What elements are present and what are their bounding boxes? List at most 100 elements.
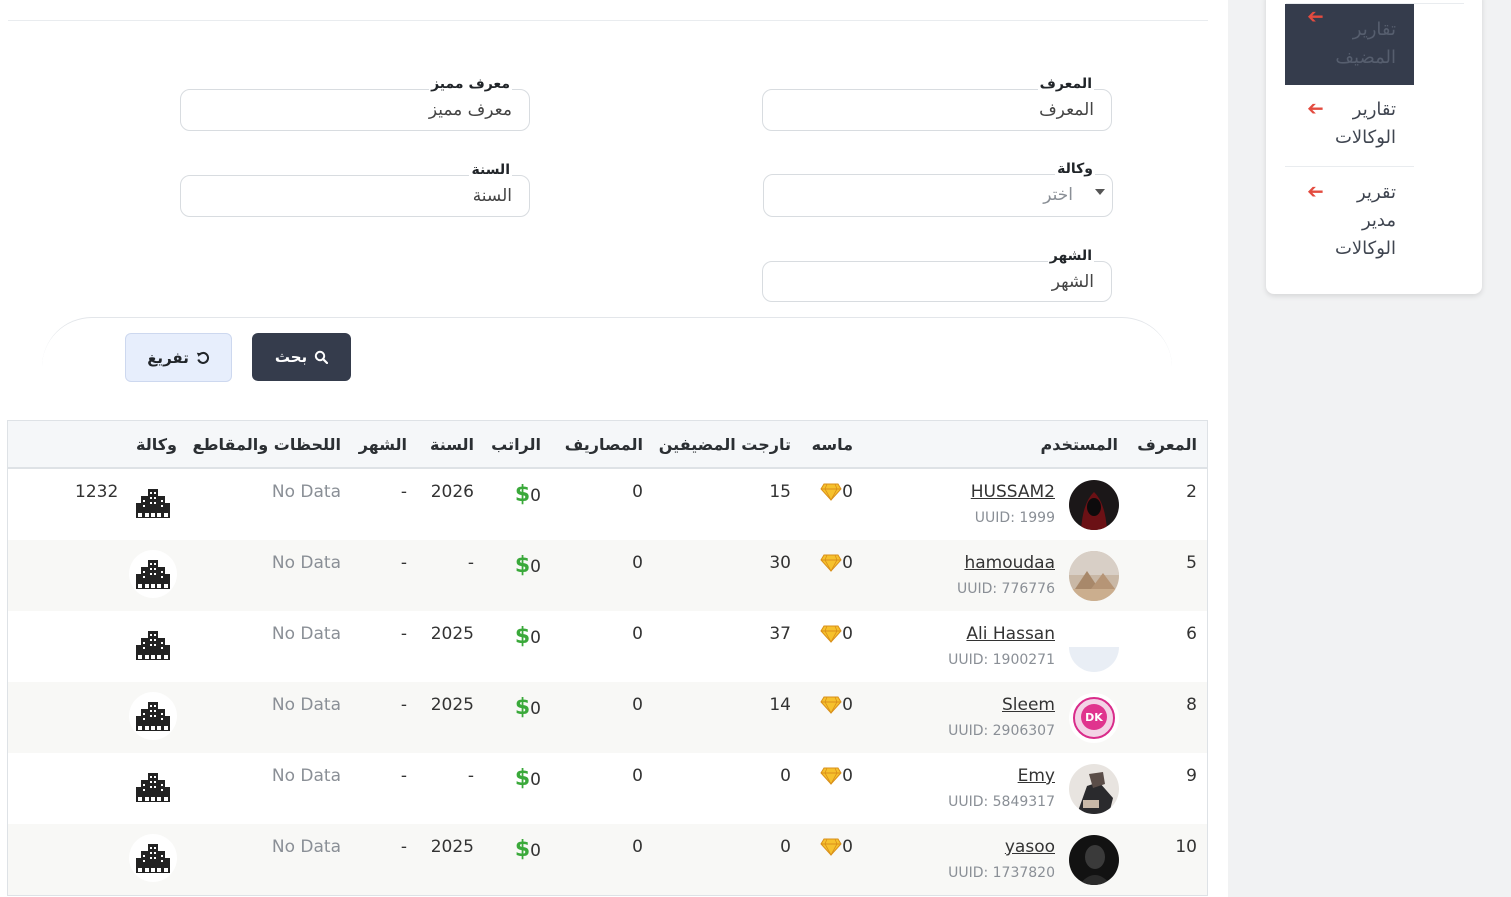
avatar[interactable] [1069,551,1119,601]
salary-value: $0 [514,695,541,720]
nav-item-label: تقرير مدير الوكالات [1334,182,1396,259]
avatar[interactable] [1069,835,1119,885]
avatar[interactable]: DK [1069,693,1119,743]
search-button[interactable]: بحث [252,333,351,381]
diamond-icon [820,554,842,572]
diamond-value: 0 [820,624,853,644]
unique-id-field[interactable]: معرف مميز معرف مميز [180,75,530,131]
diamond-value: 0 [820,837,853,857]
row-id: 8 [1186,695,1197,715]
main-content: المعرف المعرف معرف مميز معرف مميز وكالة … [0,0,1228,897]
user-uuid: UUID: 2906307 [948,723,1055,739]
diamond-icon [820,696,842,714]
user-uuid: UUID: 1999 [974,510,1055,526]
row-id: 5 [1186,553,1197,573]
agency-building-icon[interactable] [129,621,177,669]
salary-value: $0 [514,624,541,649]
search-button-label: بحث [274,348,308,366]
top-divider [8,20,1208,21]
year-value: 2025 [430,695,474,715]
reset-button[interactable]: تفريغ [125,333,232,382]
guests-value: 30 [769,553,791,573]
agency-building-icon[interactable] [129,763,177,811]
nav-item-host-reports[interactable]: ➔ تقارير المضيف [1285,4,1414,85]
username-link[interactable]: HUSSAM2 [971,482,1055,502]
table-row: 5 hamoudaa UUID: 776776 0 30 0 $0 - - No… [8,540,1207,611]
expenses-value: 0 [632,837,643,857]
agency-select-label: وكالة [1055,160,1095,178]
agency-building-icon[interactable] [129,550,177,598]
diamond-value: 0 [820,766,853,786]
id-field-label: المعرف [1037,75,1094,93]
arrow-left-icon: ➔ [1307,179,1324,203]
diamond-icon [820,767,842,785]
col-guests: تارجت المضيفين [658,435,791,454]
table-row: 8 DK Sleem UUID: 2906307 0 14 0 $0 2025 … [8,682,1207,753]
year-field-label: السنة [469,161,512,179]
guests-value: 0 [780,837,791,857]
avatar[interactable] [1069,764,1119,814]
nav-item-agency-manager-report[interactable]: ➔ تقرير مدير الوكالات [1285,179,1414,263]
expenses-value: 0 [632,482,643,502]
nav-item-label: تقارير الوكالات [1334,99,1396,148]
expenses-value: 0 [632,695,643,715]
username-link[interactable]: hamoudaa [964,553,1055,573]
month-value: - [400,837,407,857]
diamond-value: 0 [820,482,853,502]
col-expenses: المصاريف [564,435,643,454]
agency-building-icon[interactable] [129,834,177,882]
table-header: المعرف المستخدم ماسه تارجت المضيفين المص… [8,421,1207,469]
col-year: السنة [429,435,474,454]
month-value: - [400,482,407,502]
agency-select-value: اختر [1043,185,1073,205]
username-link[interactable]: Ali Hassan [966,624,1055,644]
nav-item-label: تقارير المضيف [1335,19,1396,68]
username-link[interactable]: yasoo [1005,837,1055,857]
avatar[interactable] [1069,480,1119,530]
dollar-icon: $ [514,695,531,720]
search-icon [314,350,329,364]
chevron-down-icon [1095,189,1105,195]
year-field[interactable]: السنة السنة [180,161,530,217]
row-id: 2 [1186,482,1197,502]
hosts-table: المعرف المستخدم ماسه تارجت المضيفين المص… [7,420,1208,896]
moments-value: No Data [271,837,341,857]
username-link[interactable]: Emy [1018,766,1055,786]
avatar[interactable] [1069,622,1119,672]
agency-select[interactable]: وكالة اختر [763,160,1113,217]
table-row: 2 HUSSAM2 UUID: 1999 0 15 0 $0 2026 - No… [8,469,1207,540]
undo-icon [196,351,209,364]
moments-value: No Data [271,553,341,573]
dollar-icon: $ [514,482,531,507]
reset-button-label: تفريغ [147,348,189,367]
year-value: - [467,766,474,786]
id-field-placeholder: المعرف [1039,100,1094,120]
guests-value: 37 [769,624,791,644]
diamond-value: 0 [820,553,853,573]
id-field[interactable]: المعرف المعرف [762,75,1112,131]
expenses-value: 0 [632,624,643,644]
nav-item-agency-reports[interactable]: ➔ تقارير الوكالات [1285,96,1414,152]
arrow-left-icon: ➔ [1307,96,1324,120]
unique-id-field-label: معرف مميز [429,75,512,93]
diamond-value: 0 [820,695,853,715]
table-row: 10 yasoo UUID: 1737820 0 0 0 $0 2025 - N… [8,824,1207,895]
dollar-icon: $ [514,766,531,791]
table-row: 6 Ali Hassan UUID: 1900271 0 37 0 $0 202… [8,611,1207,682]
month-value: - [400,766,407,786]
sidebar: ➔ تقارير المضيف ➔ تقارير الوكالات ➔ تقري… [1228,0,1511,897]
moments-value: No Data [271,695,341,715]
user-uuid: UUID: 1737820 [948,865,1055,881]
svg-text:DK: DK [1085,711,1103,724]
salary-value: $0 [514,837,541,862]
username-link[interactable]: Sleem [1002,695,1055,715]
month-field[interactable]: الشهر الشهر [762,247,1112,302]
dollar-icon: $ [514,624,531,649]
dollar-icon: $ [514,553,531,578]
month-field-placeholder: الشهر [1051,272,1094,292]
row-id: 10 [1175,837,1197,857]
agency-building-icon[interactable] [129,692,177,740]
guests-value: 14 [769,695,791,715]
year-value: 2025 [430,624,474,644]
agency-building-icon[interactable] [129,479,177,527]
